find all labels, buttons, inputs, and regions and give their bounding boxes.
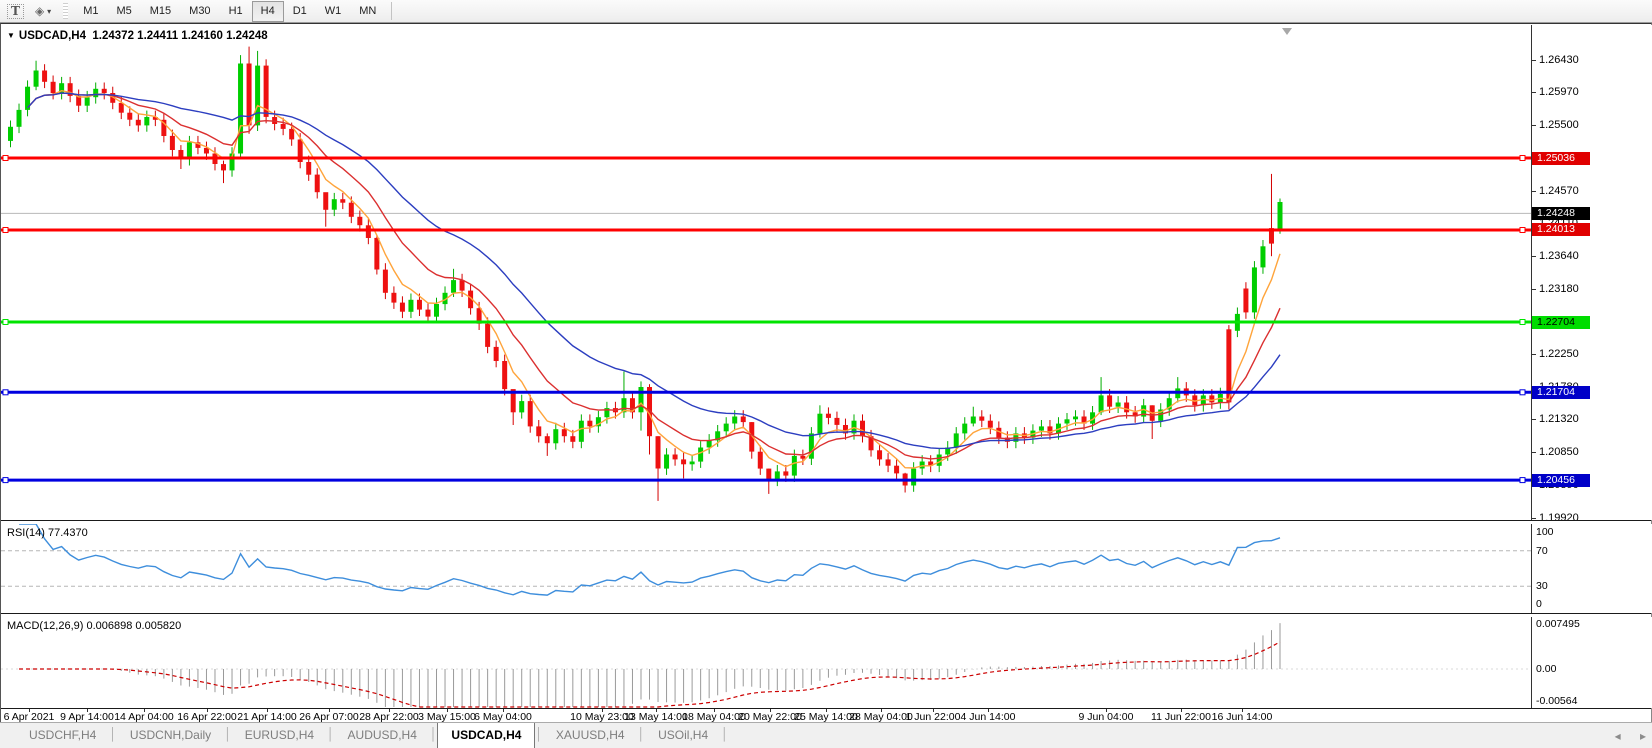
- rsi-axis: 100 70 30 0: [1531, 524, 1652, 613]
- price-line-badge: 1.24013: [1532, 223, 1590, 236]
- tab-scroll-right-icon[interactable]: ▸: [1640, 729, 1646, 743]
- symbol-tab-usoil-h4[interactable]: USOil,H4: [645, 723, 721, 748]
- symbol-dropdown-icon[interactable]: ▼: [7, 31, 15, 40]
- text-tool-icon: T: [7, 4, 24, 19]
- timeframe-button-m1[interactable]: M1: [74, 1, 107, 22]
- symbol-tab-bar: USDCHF,H4│USDCNH,Daily│EURUSD,H4│AUDUSD,…: [0, 722, 1652, 748]
- chevron-down-icon: ▾: [47, 7, 51, 16]
- symbol-tab-usdcnh-daily[interactable]: USDCNH,Daily: [117, 723, 224, 748]
- price-tick-label: 1.26430: [1532, 54, 1579, 66]
- timeframe-button-m5[interactable]: M5: [107, 1, 140, 22]
- candlestick-plot: [1, 25, 1531, 520]
- macd-tick-label: 0.00: [1536, 663, 1556, 675]
- rsi-tick-label: 100: [1536, 526, 1554, 538]
- timeframe-button-m15[interactable]: M15: [141, 1, 180, 22]
- current-price-badge: 1.24248: [1532, 207, 1590, 220]
- macd-axis: 0.007495 0.00 -0.00564: [1531, 617, 1652, 708]
- tab-separator: │: [721, 723, 729, 748]
- macd-tick-label: 0.007495: [1536, 618, 1580, 630]
- symbol-tab-audusd-h4[interactable]: AUDUSD,H4: [335, 723, 430, 748]
- rsi-tick-label: 0: [1536, 598, 1542, 610]
- timeframe-button-mn[interactable]: MN: [350, 1, 385, 22]
- tab-separator: │: [327, 723, 335, 748]
- timeframe-button-d1[interactable]: D1: [284, 1, 316, 22]
- top-toolbar: T ◈ ▾ M1M5M15M30H1H4D1W1MN: [0, 0, 1652, 23]
- price-axis[interactable]: 1.264301.259701.255001.250301.245701.241…: [1531, 25, 1652, 520]
- price-chart-pane[interactable]: ▼ USDCAD,H4 1.24372 1.24411 1.24160 1.242…: [1, 25, 1651, 520]
- tab-scroll-arrows: ◂ ▸: [1599, 729, 1646, 743]
- symbol-tab-usdchf-h4[interactable]: USDCHF,H4: [16, 723, 109, 748]
- tab-separator: │: [224, 723, 232, 748]
- tab-separator: │: [109, 723, 117, 748]
- timeframe-button-group: M1M5M15M30H1H4D1W1MN: [74, 1, 385, 22]
- symbol-period-label: USDCAD,H4: [19, 30, 86, 42]
- price-tick-label: 1.23640: [1532, 250, 1579, 262]
- price-tick-label: 1.22250: [1532, 348, 1579, 360]
- rsi-tick-label: 70: [1536, 545, 1548, 557]
- timeframe-button-w1[interactable]: W1: [316, 1, 351, 22]
- tab-separator: │: [430, 723, 438, 748]
- tab-scroll-left-icon[interactable]: ◂: [1615, 729, 1621, 743]
- rsi-tick-label: 30: [1536, 580, 1548, 592]
- timeframe-button-m30[interactable]: M30: [180, 1, 219, 22]
- toolbar-separator: [391, 2, 392, 20]
- toolbar-grip-handle[interactable]: [63, 3, 68, 19]
- price-line-badge: 1.22704: [1532, 316, 1590, 329]
- chart-window: ▼ USDCAD,H4 1.24372 1.24411 1.24160 1.242…: [0, 23, 1652, 722]
- symbol-tab-eurusd-h4[interactable]: EURUSD,H4: [232, 723, 327, 748]
- text-label-tool-button[interactable]: T: [3, 2, 28, 21]
- price-line-badge: 1.21704: [1532, 386, 1590, 399]
- chart-shift-marker-icon[interactable]: [1282, 28, 1292, 35]
- tab-separator: │: [535, 723, 543, 748]
- ohlc-values-label: 1.24372 1.24411 1.24160 1.24248: [92, 30, 267, 42]
- price-tick-label: 1.25970: [1532, 86, 1579, 98]
- arrow-objects-icon: ◈: [35, 4, 44, 18]
- macd-label: MACD(12,26,9) 0.006898 0.005820: [7, 620, 181, 632]
- macd-plot: [1, 617, 1531, 708]
- price-tick-label: 1.21320: [1532, 413, 1579, 425]
- macd-tick-label: -0.00564: [1536, 695, 1577, 707]
- arrow-objects-tool-button[interactable]: ◈ ▾: [31, 2, 55, 21]
- rsi-indicator-pane[interactable]: RSI(14) 77.4370 100 70 30 0: [1, 524, 1651, 613]
- macd-indicator-pane[interactable]: MACD(12,26,9) 0.006898 0.005820 0.007495…: [1, 617, 1651, 708]
- symbol-tabs: USDCHF,H4│USDCNH,Daily│EURUSD,H4│AUDUSD,…: [16, 723, 729, 748]
- timeframe-button-h1[interactable]: H1: [220, 1, 252, 22]
- price-tick-label: 1.20850: [1532, 446, 1579, 458]
- rsi-plot: [1, 524, 1531, 613]
- symbol-tab-xauusd-h4[interactable]: XAUUSD,H4: [543, 723, 638, 748]
- timeframe-button-h4[interactable]: H4: [252, 1, 284, 22]
- symbol-tab-usdcad-h4[interactable]: USDCAD,H4: [437, 723, 535, 748]
- price-tick-label: 1.24570: [1532, 185, 1579, 197]
- price-line-badge: 1.25036: [1532, 152, 1590, 165]
- price-line-badge: 1.20456: [1532, 474, 1590, 487]
- price-tick-label: 1.23180: [1532, 283, 1579, 295]
- price-tick-label: 1.25500: [1532, 119, 1579, 131]
- rsi-label: RSI(14) 77.4370: [7, 527, 88, 539]
- chart-title: ▼ USDCAD,H4 1.24372 1.24411 1.24160 1.242…: [7, 30, 268, 42]
- tab-separator: │: [638, 723, 646, 748]
